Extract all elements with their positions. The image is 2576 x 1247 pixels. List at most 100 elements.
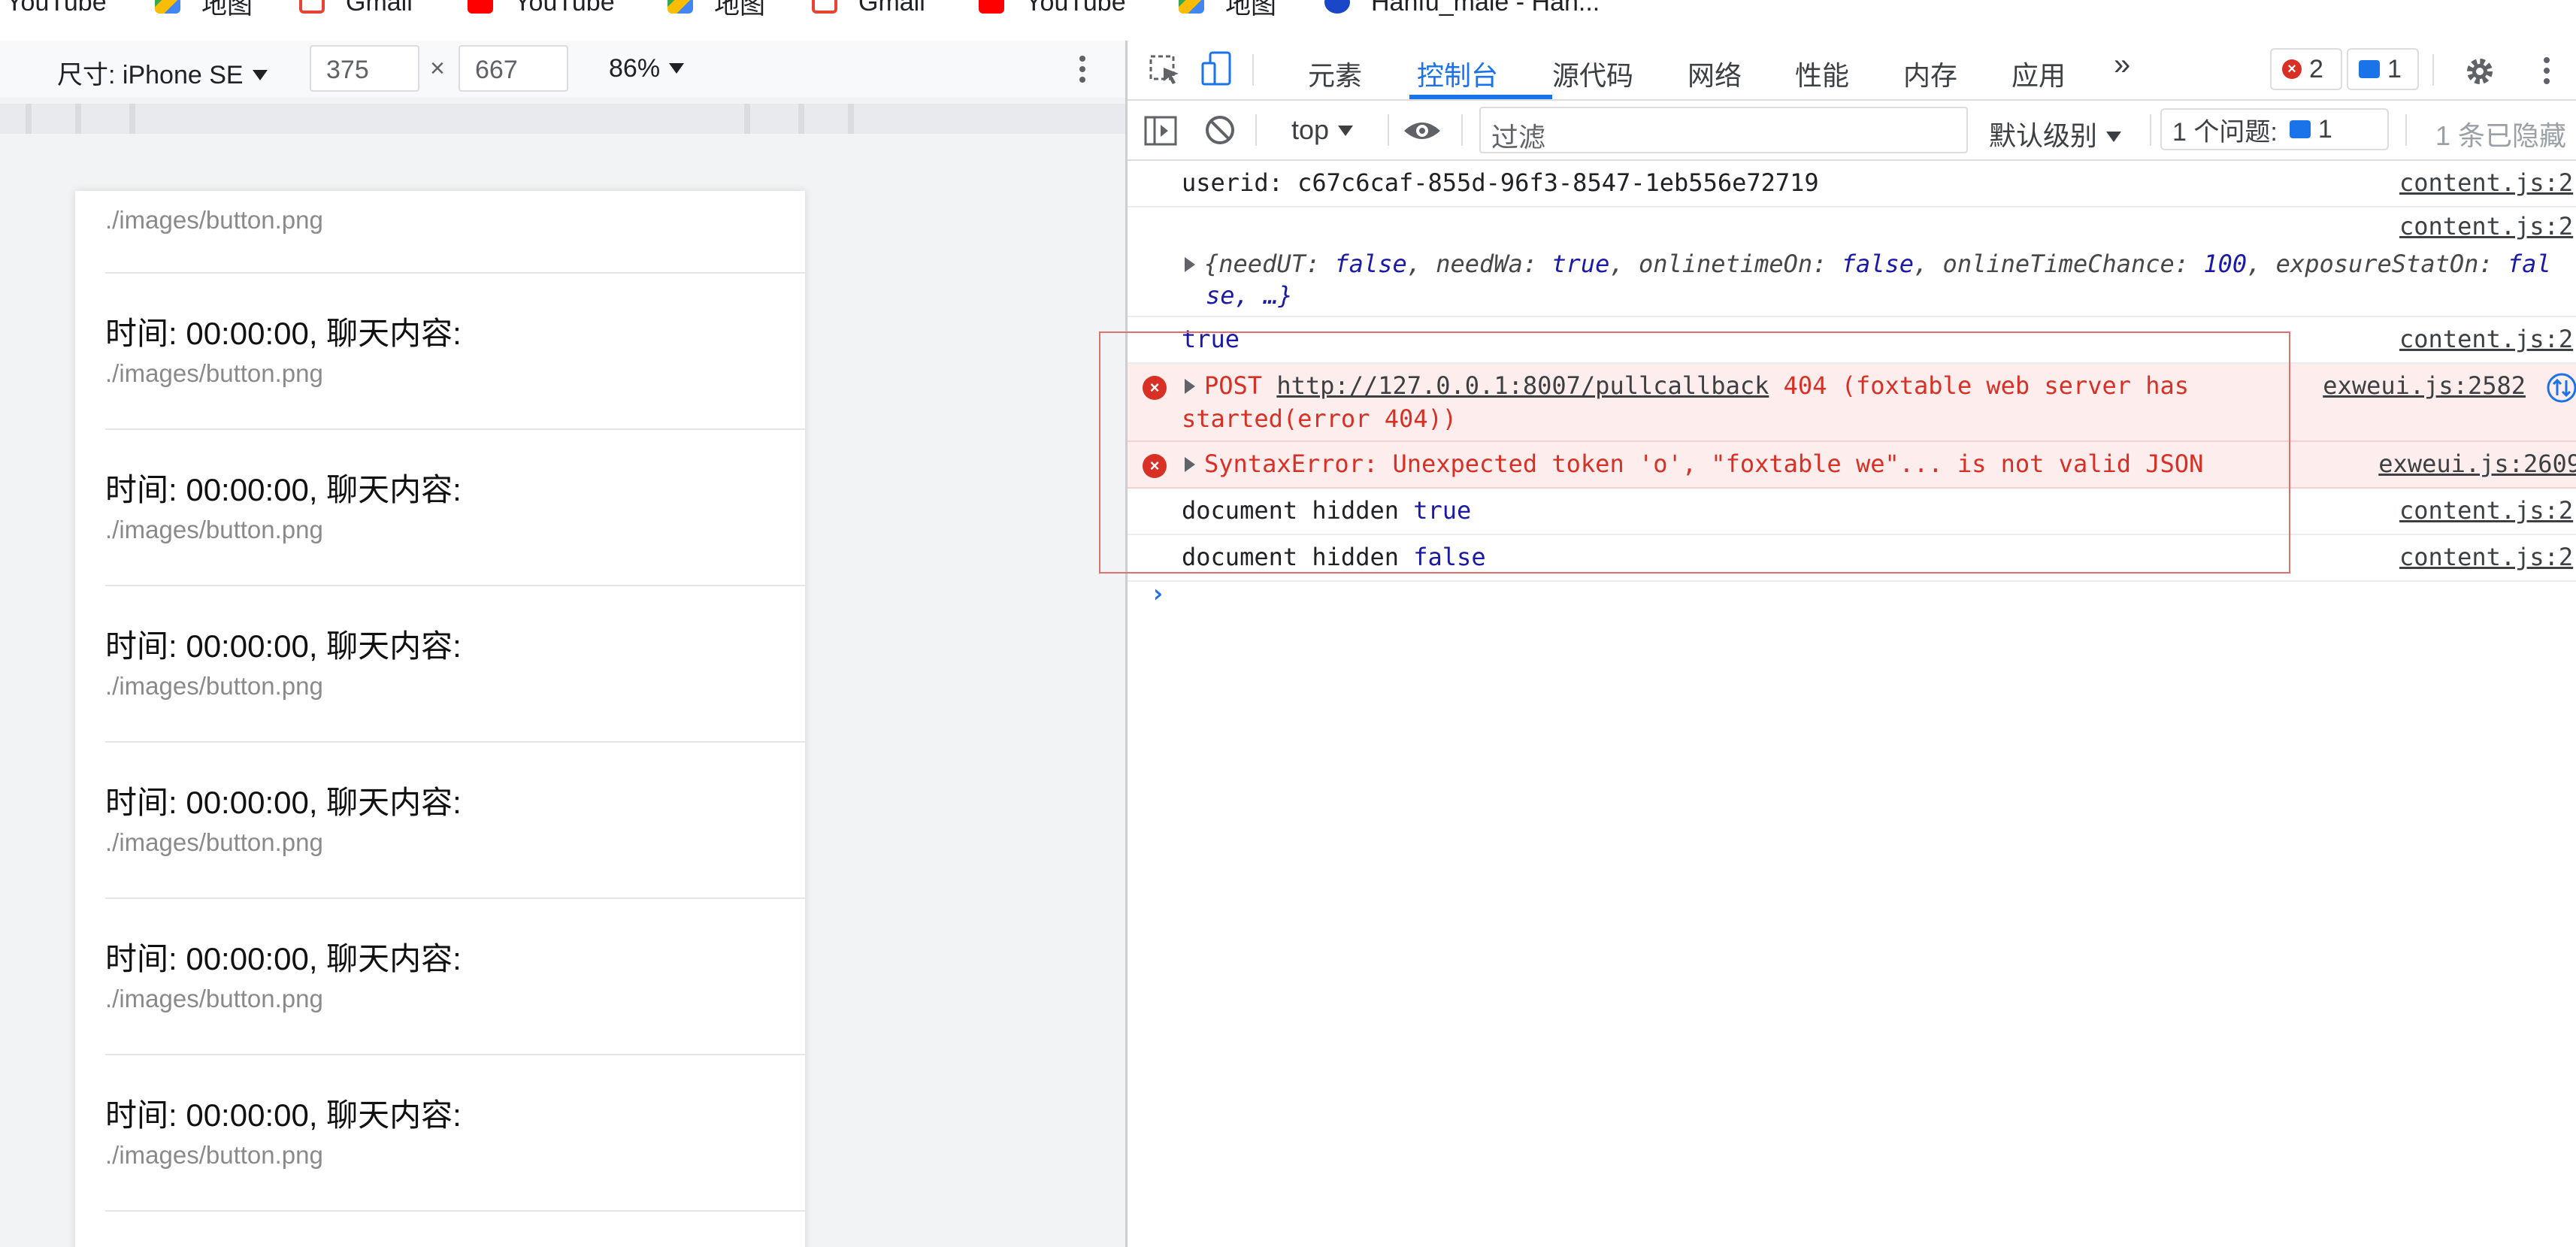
chat-time-text: 时间: 00:00:00, 聊天内容: — [105, 785, 462, 820]
source-link[interactable]: content.js:2 — [2399, 168, 2576, 197]
bookmark-label: Gmail — [858, 0, 925, 17]
network-request-icon[interactable] — [2545, 371, 2576, 404]
width-input[interactable]: 375 — [310, 45, 419, 92]
devtools-menu-icon[interactable] — [2544, 57, 2550, 63]
device-toggle-icon[interactable] — [1201, 50, 1234, 89]
source-link[interactable]: content.js:2 — [2399, 543, 2576, 571]
context-select[interactable]: top — [1291, 114, 1354, 146]
filter-input[interactable]: 过滤 — [1479, 107, 1968, 153]
message-icon — [2359, 60, 2380, 78]
chevron-down-icon — [2106, 132, 2122, 142]
error-count-badge[interactable]: × 2 — [2270, 48, 2342, 90]
devtools-panel: 元素 控制台 源代码 网络 性能 内存 应用 » × 2 1 top 过滤 默认… — [1125, 41, 2576, 1247]
source-link[interactable]: content.js:2 — [2399, 212, 2576, 241]
zoom-value: 86% — [609, 54, 661, 83]
bookmark-youtube[interactable]: YouTube — [979, 0, 1126, 21]
console-toolbar: top 过滤 默认级别 1 个问题: 1 1 条已隐藏 — [1128, 101, 2576, 161]
bookmark-youtube[interactable]: YouTube — [6, 0, 107, 21]
expand-triangle-icon[interactable] — [1185, 457, 1195, 472]
error-icon: × — [2282, 59, 2302, 79]
console-prompt[interactable]: › — [1150, 579, 1165, 609]
console-message: userid: c67c6caf-855d-96f3-8547-1eb556e7… — [1128, 161, 2576, 207]
expand-triangle-icon[interactable] — [1185, 257, 1195, 272]
chevron-down-icon — [1338, 126, 1354, 136]
settings-gear-icon[interactable] — [2462, 54, 2497, 89]
youtube-icon — [979, 0, 1004, 14]
sidebar-toggle-icon[interactable] — [1144, 116, 1177, 146]
tab-memory[interactable]: 内存 — [1903, 54, 1957, 93]
tab-performance[interactable]: 性能 — [1795, 54, 1849, 93]
tab-application[interactable]: 应用 — [2011, 54, 2066, 93]
bookmark-label: YouTube — [1025, 0, 1126, 17]
error-text: POST http://127.0.0.1:8007/pullcallback … — [1185, 371, 2189, 400]
issues-count: 1 — [2317, 114, 2332, 144]
bookmark-label: 地图 — [201, 0, 253, 20]
inspect-element-icon[interactable] — [1149, 54, 1182, 87]
divider — [105, 1210, 805, 1212]
console-message[interactable]: content.js:2 {needUT: false, needWa: tru… — [1128, 207, 2576, 317]
list-item: 时间: 00:00:00, 聊天内容: ./images/button.png — [75, 1055, 805, 1212]
device-emulation-pane: 尺寸: iPhone SE 375 × 667 86% ./images/but… — [0, 41, 1125, 1247]
list-item: 时间: 00:00:00, 聊天内容: ./images/button.png — [75, 274, 805, 430]
height-input[interactable]: 667 — [459, 45, 568, 92]
zoom-select[interactable]: 86% — [609, 54, 685, 83]
device-select[interactable]: 尺寸: iPhone SE — [57, 54, 268, 91]
message-icon — [2289, 120, 2311, 138]
live-expression-eye-icon[interactable] — [1403, 119, 1442, 143]
list-item: 时间: 00:00:00, 聊天内容: ./images/button.png — [75, 899, 805, 1055]
issues-button[interactable]: 1 个问题: 1 — [2160, 108, 2389, 150]
youtube-icon — [468, 0, 493, 14]
console-message: document hidden false content.js:2 — [1128, 535, 2576, 582]
bookmark-youtube[interactable]: YouTube — [468, 0, 615, 21]
bookmark-maps[interactable]: 地图 — [1179, 0, 1276, 21]
object-preview[interactable]: {needUT: false, needWa: true, onlinetime… — [1185, 250, 2551, 278]
image-path: ./images/button.png — [105, 985, 323, 1012]
hidden-count: 1 条已隐藏 — [2435, 120, 2567, 151]
expand-triangle-icon[interactable] — [1185, 379, 1195, 394]
bookmark-label: Gmail — [346, 0, 413, 17]
source-link[interactable]: content.js:2 — [2399, 496, 2576, 525]
source-link[interactable]: content.js:2 — [2399, 325, 2576, 353]
message-count-badge[interactable]: 1 — [2347, 48, 2419, 90]
tab-elements[interactable]: 元素 — [1308, 54, 1362, 93]
chat-time-text: 时间: 00:00:00, 聊天内容: — [105, 472, 462, 507]
clear-console-icon[interactable] — [1204, 114, 1236, 146]
error-icon: × — [1143, 376, 1167, 400]
hanfu-site-icon — [1324, 0, 1350, 14]
bookmark-label: YouTube — [514, 0, 615, 17]
device-size-label: 尺寸: iPhone SE — [57, 61, 244, 89]
chat-time-text: 时间: 00:00:00, 聊天内容: — [105, 316, 462, 351]
image-path: ./images/button.png — [105, 206, 323, 234]
more-options-icon[interactable] — [1079, 56, 1085, 62]
tab-sources[interactable]: 源代码 — [1552, 54, 1633, 93]
context-value: top — [1291, 114, 1330, 145]
chat-time-text: 时间: 00:00:00, 聊天内容: — [105, 1097, 462, 1133]
tab-console[interactable]: 控制台 — [1417, 54, 1498, 93]
request-url-link[interactable]: http://127.0.0.1:8007/pullcallback — [1276, 371, 1769, 400]
chat-time-text: 时间: 00:00:00, 聊天内容: — [105, 628, 462, 664]
bookmarks-bar: YouTube 地图 Gmail YouTube 地图 Gmail YouTub… — [0, 0, 2576, 41]
media-query-ruler[interactable] — [0, 104, 1125, 134]
log-level-select[interactable]: 默认级别 — [1989, 114, 2122, 153]
maps-icon — [667, 0, 693, 14]
error-icon: × — [1143, 454, 1167, 478]
console-error[interactable]: × SyntaxError: Unexpected token 'o', "fo… — [1128, 442, 2576, 489]
bookmark-gmail[interactable]: Gmail — [812, 0, 925, 21]
bookmark-gmail[interactable]: Gmail — [299, 0, 413, 21]
message-text: true — [1182, 325, 1240, 353]
source-link[interactable]: exweui.js:2609 — [2378, 449, 2576, 478]
bookmark-maps[interactable]: 地图 — [667, 0, 765, 21]
bookmark-hanfu[interactable]: Hanfu_male - Han... — [1324, 0, 1600, 21]
chevron-down-icon — [252, 70, 268, 80]
gmail-icon — [812, 0, 837, 14]
console-message: true content.js:2 — [1128, 317, 2576, 364]
message-text: userid: c67c6caf-855d-96f3-8547-1eb556e7… — [1182, 168, 1819, 197]
tab-network[interactable]: 网络 — [1688, 54, 1742, 93]
source-link[interactable]: exweui.js:2582 — [2323, 371, 2526, 400]
list-item: 时间: 00:00:00, 聊天内容: ./images/button.png — [75, 430, 805, 586]
bookmark-maps[interactable]: 地图 — [155, 0, 253, 21]
more-tabs-icon[interactable]: » — [2114, 48, 2130, 82]
message-text: document hidden false — [1182, 543, 1486, 571]
console-error[interactable]: × POST http://127.0.0.1:8007/pullcallbac… — [1128, 364, 2576, 442]
console-message: document hidden true content.js:2 — [1128, 489, 2576, 535]
